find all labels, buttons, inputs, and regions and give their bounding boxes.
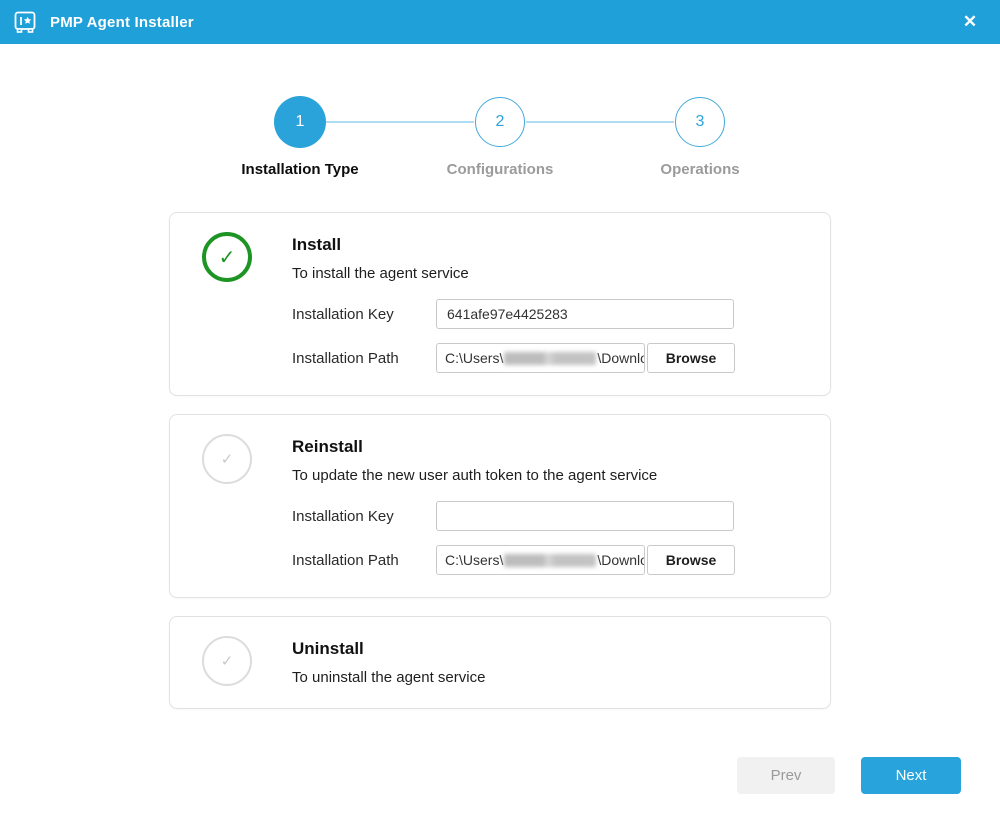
step-1-circle[interactable]: 1 — [274, 96, 326, 148]
install-title: Install — [292, 235, 342, 254]
install-key-input[interactable] — [436, 299, 734, 329]
reinstall-description: To update the new user auth token to the… — [292, 467, 658, 484]
titlebar: PMP Agent Installer ✕ — [0, 0, 1000, 44]
prev-button[interactable]: Prev — [737, 757, 835, 794]
reinstall-title: Reinstall — [292, 437, 363, 456]
reinstall-key-input[interactable] — [436, 501, 734, 531]
uninstall-radio-check-icon[interactable]: ✓ — [202, 636, 252, 686]
step-operations[interactable]: 3 Operations — [660, 96, 740, 178]
uninstall-description: To uninstall the agent service — [292, 669, 486, 686]
wizard-footer: Prev Next — [0, 757, 1000, 794]
step-2-label: Configurations — [446, 161, 554, 178]
step-1-label: Installation Type — [241, 161, 359, 178]
install-browse-button[interactable]: Browse — [647, 343, 735, 373]
install-radio-check-icon[interactable]: ✓ — [202, 232, 252, 282]
step-3-circle[interactable]: 3 — [675, 97, 725, 147]
app-vault-icon — [12, 9, 38, 35]
close-icon[interactable]: ✕ — [956, 8, 984, 36]
reinstall-browse-button[interactable]: Browse — [647, 545, 735, 575]
next-button[interactable]: Next — [861, 757, 961, 794]
install-key-label: Installation Key — [292, 305, 394, 323]
reinstall-key-label: Installation Key — [292, 507, 394, 525]
install-description: To install the agent service — [292, 265, 469, 282]
redacted-username — [504, 553, 597, 567]
wizard-stepper: 1 Installation Type 2 Configurations 3 O… — [0, 96, 1000, 178]
reinstall-radio-check-icon[interactable]: ✓ — [202, 434, 252, 484]
step-configurations[interactable]: 2 Configurations — [447, 96, 553, 178]
step-2-circle[interactable]: 2 — [475, 97, 525, 147]
step-3-label: Operations — [660, 161, 740, 178]
uninstall-card: ✓ Uninstall To uninstall the agent servi… — [169, 616, 831, 709]
stepper-connector-line — [526, 121, 674, 123]
installation-options: ✓ Install To install the agent service I… — [169, 212, 831, 709]
redacted-username — [504, 351, 597, 365]
uninstall-title: Uninstall — [292, 639, 364, 658]
reinstall-path-label: Installation Path — [292, 551, 399, 569]
install-path-input[interactable]: C:\Users\ \Downlo — [436, 343, 645, 373]
reinstall-card: ✓ Reinstall To update the new user auth … — [169, 414, 831, 598]
installer-window: PMP Agent Installer ✕ 1 Installation Typ… — [0, 0, 1000, 813]
install-path-label: Installation Path — [292, 349, 399, 367]
install-card: ✓ Install To install the agent service I… — [169, 212, 831, 396]
step-installation-type[interactable]: 1 Installation Type — [241, 96, 359, 178]
reinstall-path-input[interactable]: C:\Users\ \Downlo — [436, 545, 645, 575]
stepper-connector-line — [326, 121, 474, 123]
window-title: PMP Agent Installer — [50, 13, 194, 31]
